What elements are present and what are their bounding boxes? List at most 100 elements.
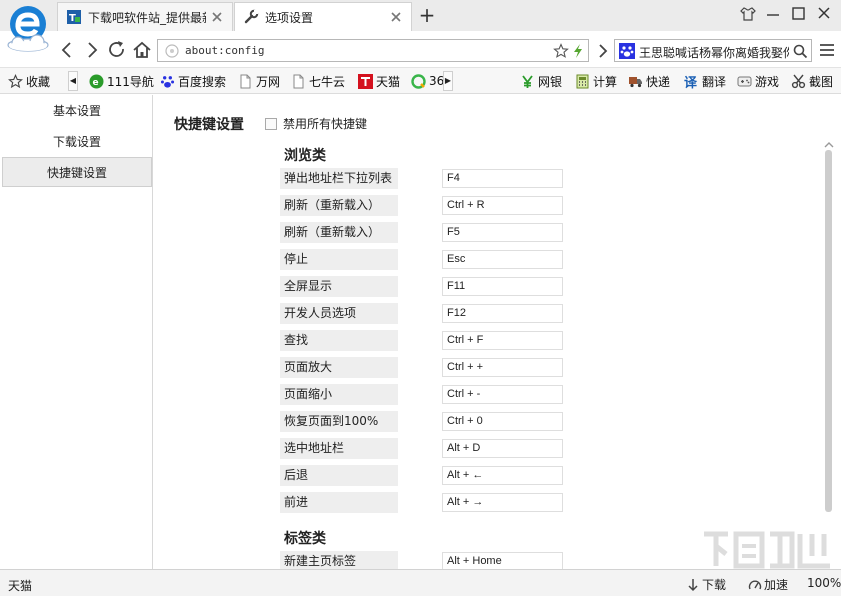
status-text: 天猫 (8, 579, 33, 593)
shortcut-key-field[interactable]: Ctrl + R (442, 196, 563, 215)
new-tab-button[interactable]: + (416, 4, 438, 26)
url-text[interactable]: about:config (185, 44, 264, 57)
shortcut-key-field[interactable]: Ctrl + + (442, 358, 563, 377)
bookmark-label: 百度搜索 (178, 74, 227, 89)
bookmark-calculator[interactable]: 计算 (575, 72, 617, 90)
download-button[interactable]: 下载 (686, 576, 726, 593)
download-label: 下载 (702, 578, 727, 592)
close-icon[interactable] (389, 10, 403, 24)
home-icon[interactable] (132, 40, 152, 60)
nav-e-icon: e (89, 74, 104, 89)
bookmark-label: 计算 (593, 74, 618, 89)
shortcut-key-field[interactable]: Alt + → (442, 493, 563, 512)
shortcut-label: 刷新（重新载入） (280, 195, 398, 216)
bookmark-label: 万网 (256, 74, 281, 89)
refresh-icon[interactable] (107, 40, 127, 60)
baidu-paw-icon (160, 74, 175, 89)
page-icon (165, 44, 179, 58)
settings-content: 快捷键设置 禁用所有快捷键 浏览类 弹出地址栏下拉列表 F4 刷新（重新载入） … (154, 95, 841, 569)
shortcut-label: 新建主页标签 (280, 551, 398, 569)
shortcut-key-field[interactable]: Alt + D (442, 439, 563, 458)
scroll-left-icon[interactable]: ◀ (68, 71, 78, 91)
bookmark-translate[interactable]: 译 翻译 (684, 72, 726, 90)
tab-options[interactable]: 选项设置 (234, 2, 412, 31)
shortcut-label: 后退 (280, 465, 398, 486)
shortcut-label: 页面放大 (280, 357, 398, 378)
sidebar-item-basic[interactable]: 基本设置 (2, 95, 152, 125)
go-arrow-icon[interactable] (596, 43, 610, 59)
status-bar: 天猫 下载 加速 100% (0, 569, 841, 596)
back-icon[interactable] (57, 40, 77, 60)
bookmark-games[interactable]: 游戏 (737, 72, 779, 90)
svg-text:T: T (69, 13, 76, 24)
star-icon (8, 73, 23, 89)
shortcut-key-field[interactable]: F4 (442, 169, 563, 188)
address-bar[interactable]: about:config (157, 39, 589, 62)
bookmark-ebank[interactable]: 网银 (520, 72, 562, 90)
bookmark-wanwang[interactable]: 万网 (238, 72, 280, 90)
bookmarks-bar: 收藏 ◀ e 111导航 百度搜索 万网 七牛云 天猫 36 ▶ 网银 计算 快… (0, 68, 841, 94)
minimize-icon[interactable] (762, 4, 784, 24)
bookmark-favorites[interactable]: 收藏 (8, 72, 50, 90)
bookmark-express[interactable]: 快递 (628, 72, 670, 90)
close-icon[interactable] (210, 10, 224, 24)
disable-all-shortcuts-option[interactable]: 禁用所有快捷键 (265, 115, 367, 132)
site-favicon-icon: T (66, 9, 82, 25)
bookmark-tmall[interactable]: 天猫 (358, 72, 400, 90)
shortcut-label: 页面缩小 (280, 384, 398, 405)
section-title-tabs: 标签类 (284, 531, 326, 547)
search-icon[interactable] (793, 44, 808, 59)
shortcut-key-field[interactable]: Ctrl + 0 (442, 412, 563, 431)
shortcut-label: 全屏显示 (280, 276, 398, 297)
tab-download-site[interactable]: T 下载吧软件站_提供最新 (57, 2, 233, 31)
gamepad-icon (737, 74, 752, 89)
bookmark-qiniu[interactable]: 七牛云 (291, 72, 345, 90)
shortcut-label: 弹出地址栏下拉列表 (280, 168, 398, 189)
baidu-paw-icon (619, 43, 635, 59)
shortcut-key-field[interactable]: Alt + ← (442, 466, 563, 485)
page-icon (238, 74, 253, 89)
maximize-icon[interactable] (787, 4, 809, 24)
watermark-logo (700, 528, 835, 570)
bookmark-label: 七牛云 (309, 74, 346, 89)
shortcut-key-field[interactable]: F5 (442, 223, 563, 242)
shortcut-label: 查找 (280, 330, 398, 351)
shortcut-key-field[interactable]: Ctrl + - (442, 385, 563, 404)
360-icon (411, 73, 426, 89)
forward-icon[interactable] (82, 40, 102, 60)
window-close-icon[interactable] (813, 4, 835, 24)
disable-all-label: 禁用所有快捷键 (283, 117, 368, 131)
sidebar-item-download[interactable]: 下载设置 (2, 126, 152, 156)
bookmark-screenshot[interactable]: 截图 (791, 72, 833, 90)
hamburger-menu-icon[interactable] (818, 42, 836, 58)
scroll-up-arrow-icon[interactable] (824, 138, 834, 148)
shortcut-key-field[interactable]: Esc (442, 250, 563, 269)
bookmark-label: 翻译 (702, 74, 727, 89)
settings-sidebar: 基本设置 下载设置 快捷键设置 (0, 95, 153, 569)
scroll-right-icon[interactable]: ▶ (443, 71, 453, 91)
svg-text:译: 译 (684, 76, 698, 89)
tab-title: 选项设置 (265, 10, 314, 25)
search-bar[interactable]: 王思聪喊话杨幂你离婚我娶你 (614, 39, 812, 62)
speedup-button[interactable]: 加速 (748, 576, 788, 593)
bookmark-360[interactable]: 36 (411, 72, 444, 90)
bookmark-111-nav[interactable]: e 111导航 (89, 72, 154, 90)
bookmark-baidu[interactable]: 百度搜索 (160, 72, 226, 90)
sidebar-item-shortcuts[interactable]: 快捷键设置 (2, 157, 152, 187)
lightning-icon[interactable] (571, 43, 585, 59)
scrollbar-thumb[interactable] (825, 150, 832, 512)
scissors-icon (791, 74, 806, 89)
shortcut-key-field[interactable]: Ctrl + F (442, 331, 563, 350)
bookmark-label: 快递 (646, 74, 671, 89)
zoom-level[interactable]: 100% (807, 576, 841, 590)
shortcut-key-field[interactable]: F12 (442, 304, 563, 323)
yen-icon (520, 74, 535, 89)
shortcut-label: 恢复页面到100% (280, 411, 398, 432)
skin-shirt-icon[interactable] (737, 4, 759, 24)
disable-all-checkbox[interactable] (265, 117, 277, 130)
search-input[interactable]: 王思聪喊话杨幂你离婚我娶你 (639, 44, 789, 61)
shortcut-key-field[interactable]: Alt + Home (442, 552, 563, 569)
shortcut-key-field[interactable]: F11 (442, 277, 563, 296)
star-icon[interactable] (553, 43, 569, 59)
truck-icon (628, 74, 643, 89)
